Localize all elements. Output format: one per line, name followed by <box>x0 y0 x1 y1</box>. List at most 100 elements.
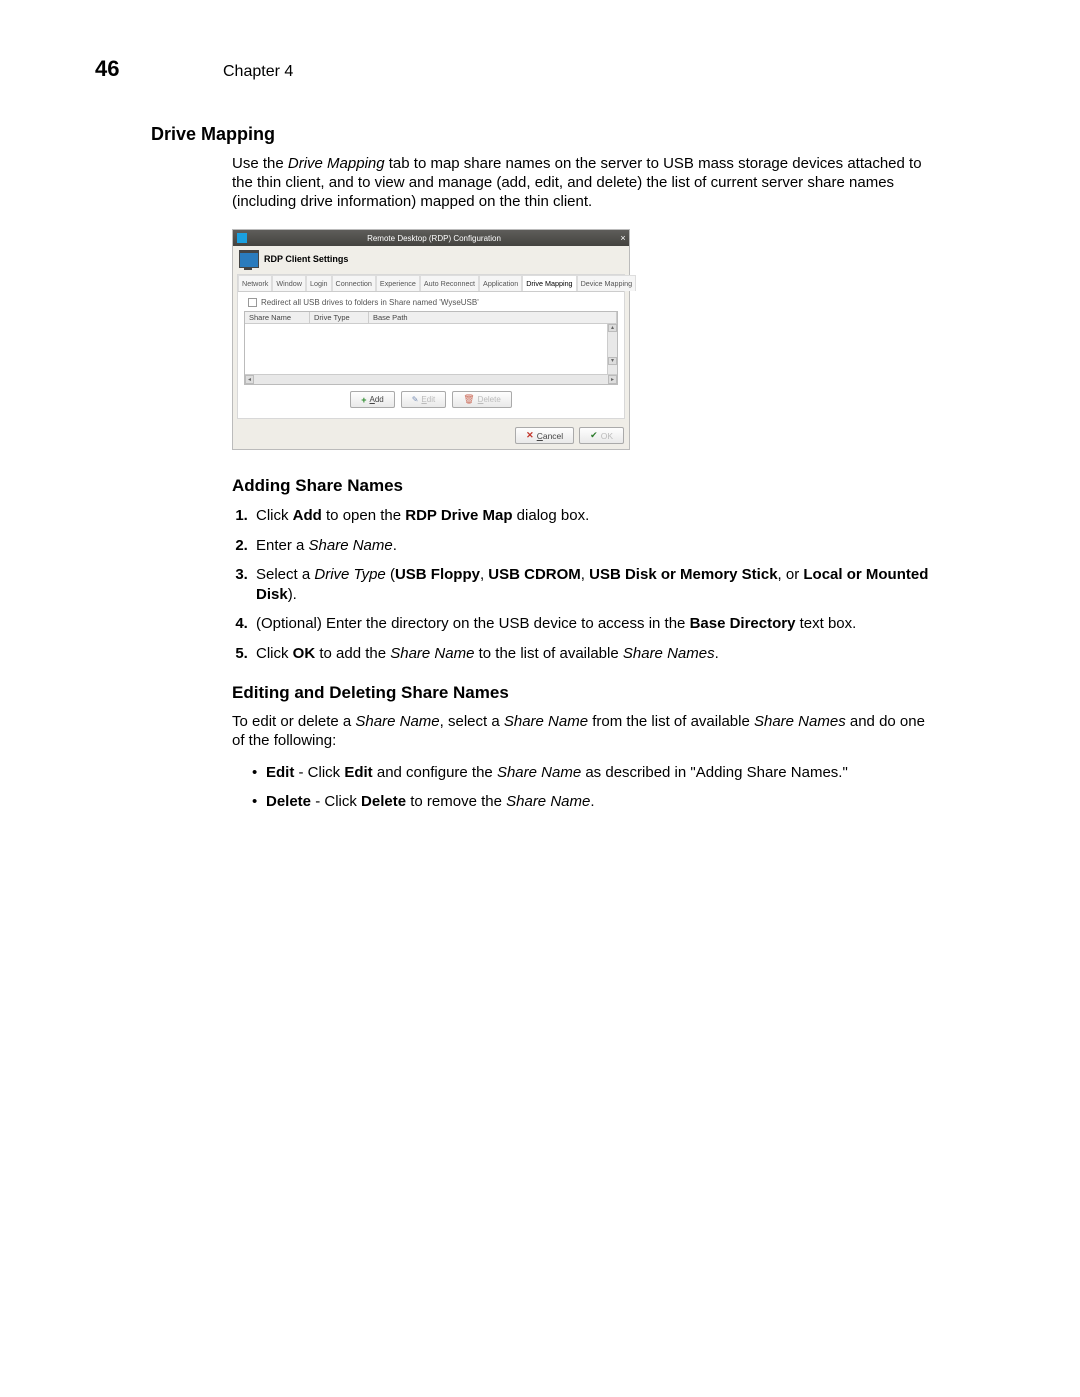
text-bold: Delete <box>266 793 311 810</box>
editing-bullets: Edit - Click Edit and configure the Shar… <box>252 763 940 812</box>
text: Use the <box>232 155 288 172</box>
text-italic: Share Name <box>504 713 588 730</box>
bullet-edit: Edit - Click Edit and configure the Shar… <box>252 763 940 783</box>
tab-auto-reconnect[interactable]: Auto Reconnect <box>420 275 479 291</box>
rdp-config-screenshot: Remote Desktop (RDP) Configuration × RDP… <box>232 229 985 450</box>
horizontal-scrollbar[interactable]: ◂ ▸ <box>245 374 617 384</box>
col-share-name[interactable]: Share Name <box>245 312 310 323</box>
text-bold: Base Directory <box>690 615 796 632</box>
redirect-usb-label: Redirect all USB drives to folders in Sh… <box>261 298 479 307</box>
text-italic: Drive Mapping <box>288 155 385 172</box>
tab-window[interactable]: Window <box>272 275 306 291</box>
col-base-path[interactable]: Base Path <box>369 312 617 323</box>
dialog-footer: ✕Cancel ✔OK <box>233 419 629 449</box>
text: from the list of available <box>588 713 754 730</box>
app-icon <box>237 233 247 243</box>
subsection-adding-share-names: Adding Share Names <box>232 476 985 496</box>
close-icon[interactable]: × <box>617 233 629 243</box>
text-bold: Add <box>293 507 322 524</box>
share-grid: Share Name Drive Type Base Path ▴ ▾ ◂ <box>244 311 618 385</box>
text-italic: Share Names <box>754 713 846 730</box>
text-italic: Share Name <box>506 793 590 810</box>
tab-bar: Network Window Login Connection Experien… <box>238 275 624 292</box>
delete-button[interactable]: 🗑Delete <box>452 391 512 408</box>
dialog-title: Remote Desktop (RDP) Configuration <box>251 234 617 243</box>
adding-steps-list: Click Add to open the RDP Drive Map dial… <box>252 506 940 663</box>
text-italic: Share Name <box>497 764 581 781</box>
editing-paragraph: To edit or delete a Share Name, select a… <box>232 713 940 751</box>
dialog-inner: Network Window Login Connection Experien… <box>237 274 625 419</box>
text-bold: Edit <box>344 764 372 781</box>
cancel-button[interactable]: ✕Cancel <box>515 427 574 444</box>
tab-drive-mapping[interactable]: Drive Mapping <box>522 275 576 291</box>
text-bold: Delete <box>361 793 406 810</box>
step-3: Select a Drive Type (USB Floppy, USB CDR… <box>252 565 940 604</box>
chapter-label: Chapter 4 <box>223 63 293 81</box>
dialog-subheader: RDP Client Settings <box>233 246 629 274</box>
scroll-up-icon[interactable]: ▴ <box>608 324 617 332</box>
text: text box. <box>795 615 856 632</box>
text: to open the <box>322 507 405 524</box>
drive-mapping-paragraph: Use the Drive Mapping tab to map share n… <box>232 155 940 211</box>
text: . <box>590 793 594 810</box>
redirect-usb-row: Redirect all USB drives to folders in Sh… <box>248 298 618 307</box>
subsection-editing-deleting: Editing and Deleting Share Names <box>232 683 985 703</box>
text-bold: USB Disk or Memory Stick <box>589 566 777 583</box>
text-italic: Share Name <box>390 645 474 662</box>
add-button-label: AAdddd <box>369 395 383 404</box>
text: Select a <box>256 566 314 583</box>
dialog-subtitle: RDP Client Settings <box>264 254 348 264</box>
scroll-right-icon[interactable]: ▸ <box>608 375 617 384</box>
text: Click <box>256 507 293 524</box>
add-button[interactable]: +AAdddd <box>350 391 395 408</box>
ok-button[interactable]: ✔OK <box>579 427 624 444</box>
text: to remove the <box>406 793 506 810</box>
text-italic: Share Names <box>623 645 715 662</box>
text-italic: Drive Type <box>314 566 385 583</box>
text-bold: OK <box>293 645 316 662</box>
text: , or <box>778 566 804 583</box>
col-drive-type[interactable]: Drive Type <box>310 312 369 323</box>
text: Enter a <box>256 537 309 554</box>
pencil-icon: ✎ <box>412 395 419 404</box>
cancel-button-label: Cancel <box>537 431 563 441</box>
text-italic: Share Name <box>355 713 439 730</box>
tab-experience[interactable]: Experience <box>376 275 420 291</box>
edit-button-label: Edit <box>421 395 435 404</box>
grid-header: Share Name Drive Type Base Path <box>245 312 617 324</box>
page-header: 46 Chapter 4 <box>95 56 985 82</box>
monitor-icon <box>239 250 259 268</box>
scroll-down-icon[interactable]: ▾ <box>608 357 617 365</box>
vertical-scrollbar[interactable]: ▴ ▾ <box>607 324 617 374</box>
grid-body[interactable]: ▴ ▾ <box>245 324 617 374</box>
tab-login[interactable]: Login <box>306 275 332 291</box>
check-icon: ✔ <box>590 430 598 441</box>
edit-button[interactable]: ✎Edit <box>401 391 447 408</box>
dialog-titlebar: Remote Desktop (RDP) Configuration × <box>233 230 629 246</box>
tab-content: Redirect all USB drives to folders in Sh… <box>238 292 624 418</box>
scroll-left-icon[interactable]: ◂ <box>245 375 254 384</box>
text: - Click <box>294 764 344 781</box>
tab-network[interactable]: Network <box>238 275 272 291</box>
text: , <box>581 566 589 583</box>
step-4: (Optional) Enter the directory on the US… <box>252 614 940 634</box>
step-5: Click OK to add the Share Name to the li… <box>252 644 940 664</box>
text: . <box>393 537 397 554</box>
grid-button-row: +AAdddd ✎Edit 🗑Delete <box>244 391 618 408</box>
text-italic: Share Name <box>309 537 393 554</box>
ok-button-label: OK <box>601 431 613 441</box>
text: . <box>715 645 719 662</box>
tab-application[interactable]: Application <box>479 275 522 291</box>
text-bold: USB Floppy <box>395 566 480 583</box>
tab-device-mapping[interactable]: Device Mapping <box>577 275 637 291</box>
text: , select a <box>440 713 504 730</box>
text: to the list of available <box>474 645 622 662</box>
text-bold: Edit <box>266 764 294 781</box>
bullet-delete: Delete - Click Delete to remove the Shar… <box>252 792 940 812</box>
tab-connection[interactable]: Connection <box>332 275 376 291</box>
text: to add the <box>315 645 390 662</box>
plus-icon: + <box>361 395 366 405</box>
rdp-config-dialog: Remote Desktop (RDP) Configuration × RDP… <box>232 229 630 450</box>
text: - Click <box>311 793 361 810</box>
redirect-usb-checkbox[interactable] <box>248 298 257 307</box>
